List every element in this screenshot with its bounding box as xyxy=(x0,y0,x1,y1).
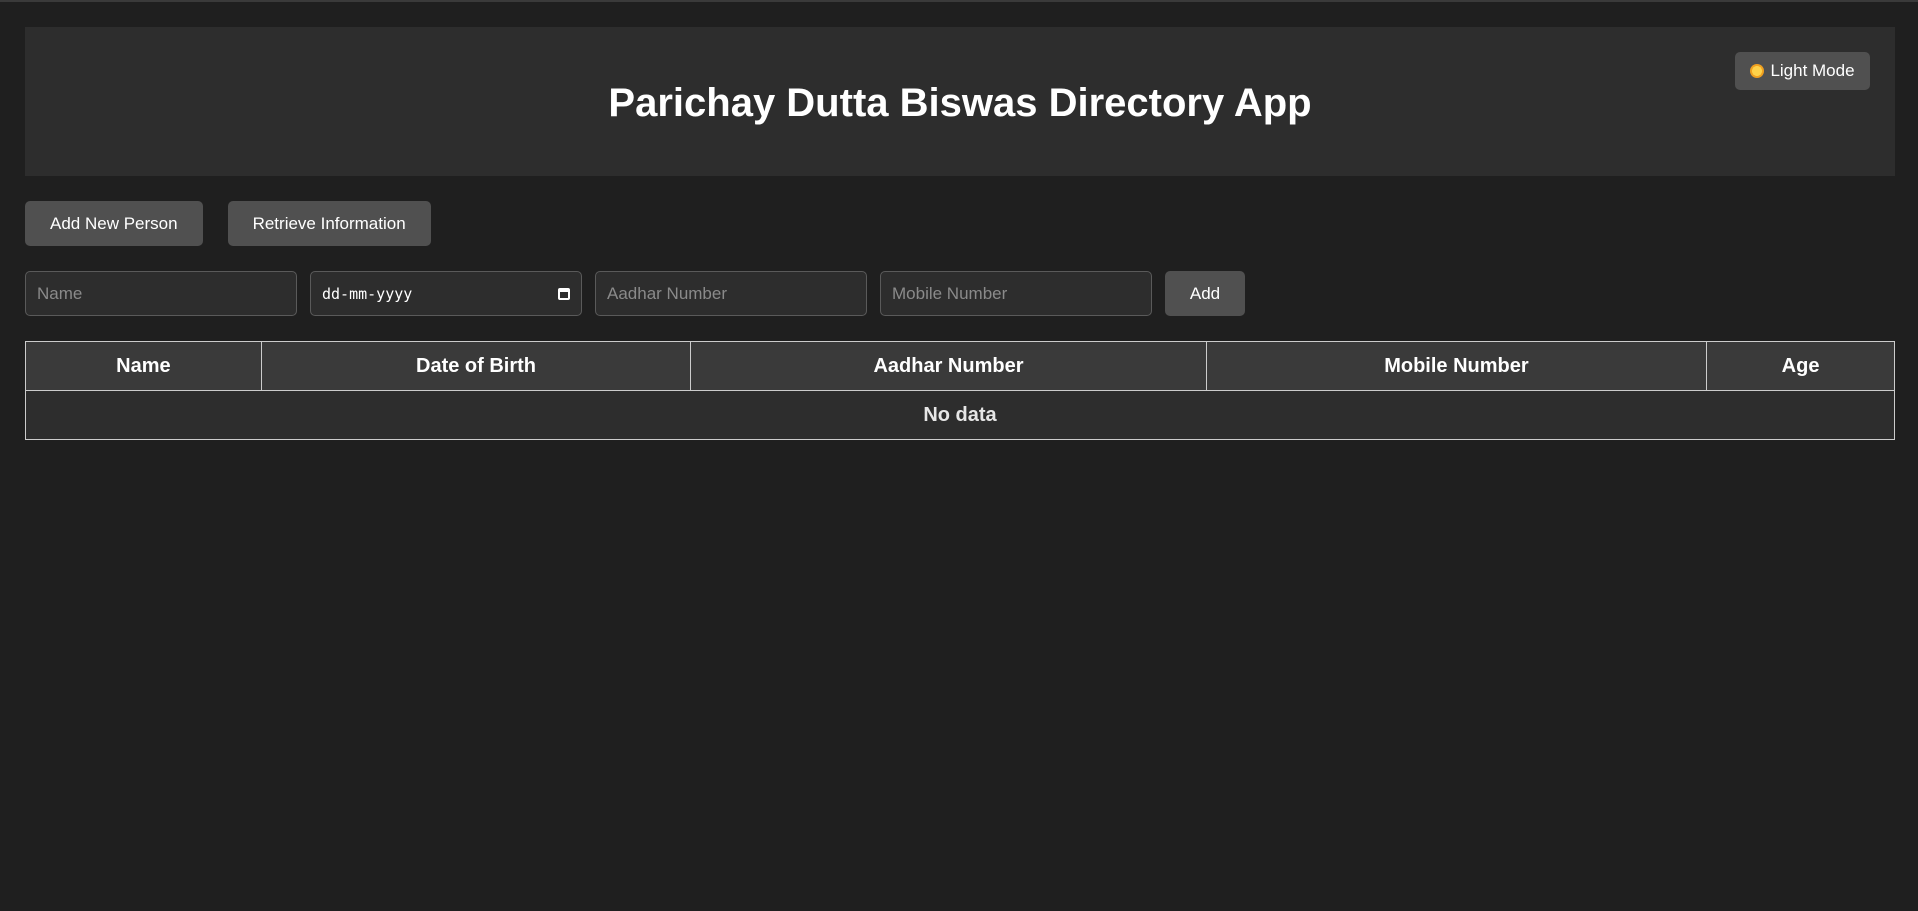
column-header-mobile: Mobile Number xyxy=(1205,341,1708,391)
empty-table-message: No data xyxy=(25,390,1895,440)
sun-icon xyxy=(1750,64,1765,78)
aadhar-input[interactable]: Aadhar Number xyxy=(595,271,867,316)
add-new-person-button[interactable]: Add New Person xyxy=(25,201,203,246)
name-placeholder: Name xyxy=(37,283,83,303)
column-header-aadhar: Aadhar Number xyxy=(690,341,1207,391)
app-container: Parichay Dutta Biswas Directory App Ligh… xyxy=(25,27,1895,440)
column-header-age: Age xyxy=(1706,341,1895,391)
aadhar-placeholder: Aadhar Number xyxy=(607,283,728,303)
theme-toggle-button[interactable]: Light Mode xyxy=(1735,52,1870,90)
retrieve-information-button[interactable]: Retrieve Information xyxy=(227,201,431,246)
calendar-icon[interactable] xyxy=(558,287,570,300)
column-header-dob: Date of Birth xyxy=(260,341,692,391)
add-person-form: Name dd-mm-yyyy Aadhar Number Mobile Num… xyxy=(25,271,1895,316)
page-title: Parichay Dutta Biswas Directory App xyxy=(608,81,1312,125)
mobile-placeholder: Mobile Number xyxy=(892,283,1008,303)
window-top-border xyxy=(0,0,1918,2)
app-header: Parichay Dutta Biswas Directory App Ligh… xyxy=(25,27,1895,176)
action-buttons: Add New Person Retrieve Information xyxy=(25,201,1895,246)
date-of-birth-input[interactable]: dd-mm-yyyy xyxy=(310,271,582,316)
dob-placeholder: dd-mm-yyyy xyxy=(322,284,413,303)
theme-toggle-label: Light Mode xyxy=(1770,61,1855,80)
column-header-name: Name xyxy=(25,341,262,391)
mobile-input[interactable]: Mobile Number xyxy=(880,271,1152,316)
table-header-row: Name Date of Birth Aadhar Number Mobile … xyxy=(25,341,1895,391)
add-button[interactable]: Add xyxy=(1165,271,1245,316)
table-row: No data xyxy=(25,390,1895,440)
people-table: Name Date of Birth Aadhar Number Mobile … xyxy=(25,341,1895,440)
name-input[interactable]: Name xyxy=(25,271,297,316)
